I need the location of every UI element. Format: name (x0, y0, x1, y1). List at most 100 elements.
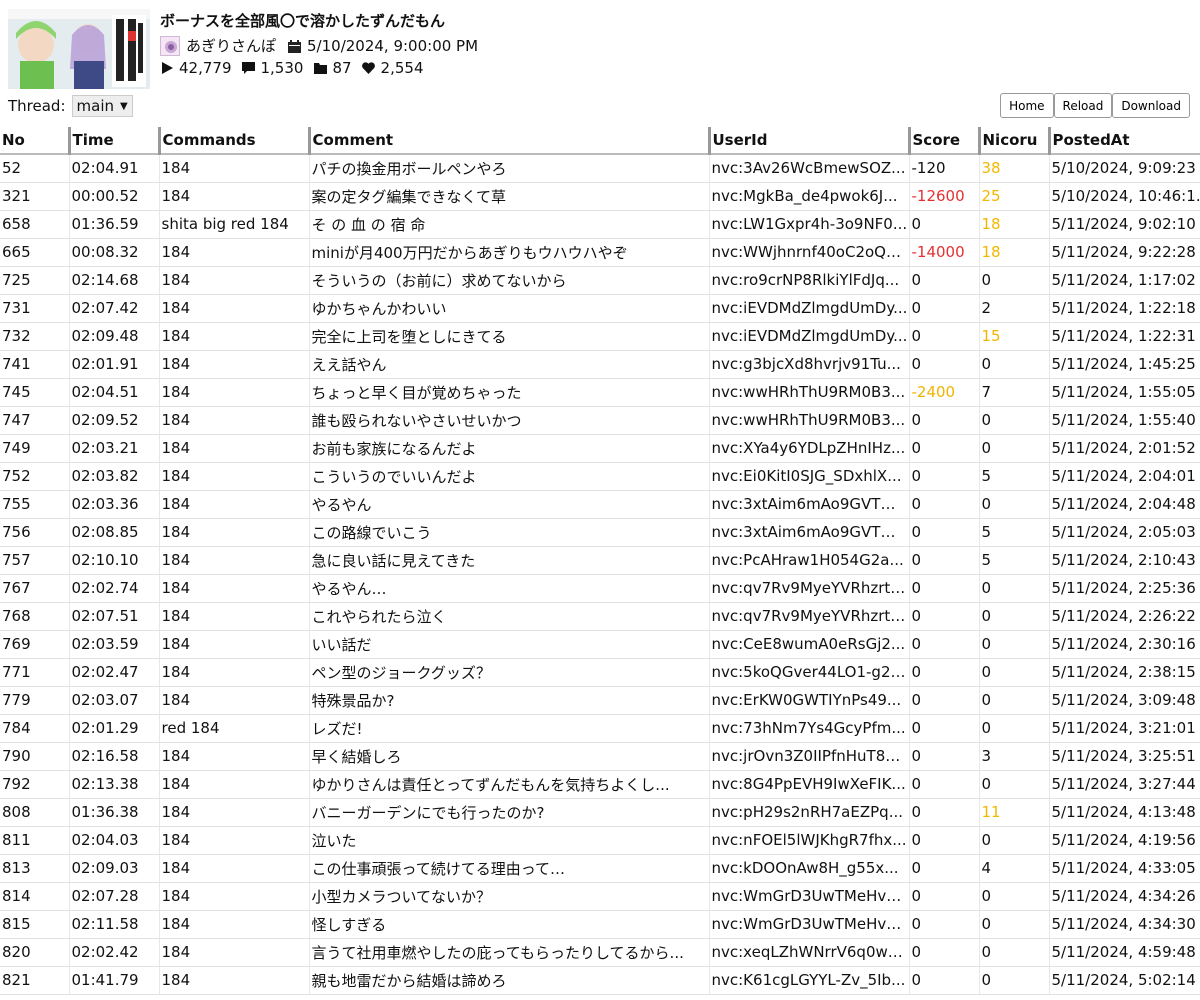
author-name[interactable]: あぎりさんぽ (186, 35, 276, 56)
table-row[interactable]: 811 02:04.03 184 泣いた nvc:nFOEl5lWJKhgR7fhx..… (0, 826, 1200, 855)
table-row[interactable]: 792 02:13.38 184 ゆかりさんは責任とってずんだもんを気持ちよくし...… (0, 770, 1200, 799)
cell-postedat: 5/11/2024, 4:34:30 PM (1048, 910, 1200, 939)
cell-score: 0 (908, 322, 979, 351)
column-header-userid[interactable]: UserId (707, 127, 909, 155)
cell-postedat: 5/11/2024, 1:22:18 PM (1048, 294, 1200, 323)
cell-time: 02:08.85 (68, 518, 159, 547)
cell-userid: nvc:iEVDMdZlmgdUmDy... (708, 294, 909, 323)
table-row[interactable]: 757 02:10.10 184 急に良い話に見えてきた nvc:PcAHraw1H05… (0, 546, 1200, 575)
cell-commands: 184 (158, 350, 309, 379)
column-header-commands[interactable]: Commands (157, 127, 309, 155)
cell-score: 0 (908, 798, 979, 827)
reload-button[interactable]: Reload (1053, 93, 1113, 118)
table-row[interactable]: 755 02:03.36 184 やるやん nvc:3xtAim6mAo9GVTm...… (0, 490, 1200, 519)
column-header-no[interactable]: No (0, 127, 69, 155)
cell-score: 0 (908, 910, 979, 939)
cell-time: 01:36.59 (68, 210, 159, 239)
cell-score: -14000 (908, 238, 979, 267)
cell-no: 814 (0, 882, 69, 911)
cell-no: 813 (0, 854, 69, 883)
cell-score: 0 (908, 350, 979, 379)
cell-no: 321 (0, 182, 69, 211)
table-row[interactable]: 658 01:36.59 shita big red 184 そ の 血 の 宿 命n… (0, 210, 1200, 239)
cell-score: 0 (908, 434, 979, 463)
cell-score: 0 (908, 742, 979, 771)
table-row[interactable]: 808 01:36.38 184 バニーガーデンにでも行ったのか? nvc:pH29s2… (0, 798, 1200, 827)
table-row[interactable]: 665 00:08.32 184 miniが月400万円だからあぎりもウハウハやぞ nv… (0, 238, 1200, 267)
cell-no: 808 (0, 798, 69, 827)
cell-no: 784 (0, 714, 69, 743)
table-row[interactable]: 769 02:03.59 184 いい話だ nvc:CeE8wumA0eRsGj2...… (0, 630, 1200, 659)
cell-postedat: 5/11/2024, 4:34:26 PM (1048, 882, 1200, 911)
cell-time: 02:04.03 (68, 826, 159, 855)
table-row[interactable]: 321 00:00.52 184 案の定タグ編集できなくて草 nvc:MgkBa_de4… (0, 182, 1200, 211)
author-avatar[interactable] (160, 35, 180, 56)
table-row[interactable]: 731 02:07.42 184 ゆかちゃんかわいい nvc:iEVDMdZlmgdUm… (0, 294, 1200, 323)
table-row[interactable]: 779 02:03.07 184 特殊景品か? nvc:ErKW0GWTIYnPs49.… (0, 686, 1200, 715)
column-header-time[interactable]: Time (67, 127, 159, 155)
table-row[interactable]: 767 02:02.74 184 やるやん… nvc:qv7Rv9MyeYVRhzrtu… (0, 574, 1200, 603)
download-button[interactable]: Download (1112, 93, 1190, 118)
cell-score: 0 (908, 630, 979, 659)
table-row[interactable]: 821 01:41.79 184 親も地雷だから結婚は諦めろ nvc:K61cgLGYY… (0, 966, 1200, 995)
cell-nicoru: 0 (978, 490, 1049, 519)
cell-comment: こういうのでいいんだよ (308, 462, 709, 491)
table-row[interactable]: 732 02:09.48 184 完全に上司を堕としにきてる nvc:iEVDMdZlm… (0, 322, 1200, 351)
cell-postedat: 5/11/2024, 3:09:48 PM (1048, 686, 1200, 715)
cell-comment: ゆかりさんは責任とってずんだもんを気持ちよくし... (308, 770, 709, 799)
table-row[interactable]: 749 02:03.21 184 お前も家族になるんだよ nvc:XYa4y6YDLpZ… (0, 434, 1200, 463)
table-row[interactable]: 756 02:08.85 184 この路線でいこう nvc:3xtAim6mAo9GVT… (0, 518, 1200, 547)
table-row[interactable]: 752 02:03.82 184 こういうのでいいんだよ nvc:Ei0KitI0SJG… (0, 462, 1200, 491)
table-row[interactable]: 815 02:11.58 184 怪しすぎる nvc:WmGrD3UwTMeHvb...… (0, 910, 1200, 939)
table-row[interactable]: 813 02:09.03 184 この仕事頑張って続けてる理由って… nvc:kDOOn… (0, 854, 1200, 883)
cell-comment: そういうの（お前に）求めてないから (308, 266, 709, 295)
table-row[interactable]: 745 02:04.51 184 ちょっと早く目が覚めちゃった nvc:wwHRhThU… (0, 378, 1200, 407)
cell-nicoru: 18 (978, 238, 1049, 267)
cell-postedat: 5/11/2024, 4:33:05 PM (1048, 854, 1200, 883)
video-thumbnail[interactable] (8, 9, 150, 89)
table-row[interactable]: 747 02:09.52 184 誰も殴られないやさいせいかつ nvc:wwHRhThU… (0, 406, 1200, 435)
table-row[interactable]: 814 02:07.28 184 小型カメラついてないか？ nvc:WmGrD3UwTM… (0, 882, 1200, 911)
cell-time: 01:36.38 (68, 798, 159, 827)
cell-userid: nvc:PcAHraw1H054G2a... (708, 546, 909, 575)
cell-postedat: 5/11/2024, 3:21:01 PM (1048, 714, 1200, 743)
cell-nicoru: 0 (978, 658, 1049, 687)
cell-nicoru: 0 (978, 686, 1049, 715)
table-row[interactable]: 768 02:07.51 184 これやられたら泣く nvc:qv7Rv9MyeYVRh… (0, 602, 1200, 631)
cell-nicoru: 0 (978, 630, 1049, 659)
cell-userid: nvc:nFOEl5lWJKhgR7fhx... (708, 826, 909, 855)
cell-commands: 184 (158, 602, 309, 631)
cell-time: 02:03.82 (68, 462, 159, 491)
cell-no: 771 (0, 658, 69, 687)
cell-no: 821 (0, 966, 69, 995)
thread-selected-value: main (76, 97, 114, 115)
table-row[interactable]: 52 02:04.91 184 パチの換金用ボールペンやろ nvc:3Av26WcBme… (0, 154, 1200, 183)
cell-score: 0 (908, 294, 979, 323)
cell-comment: 言うて社用車燃やしたの庇ってもらったりしてるから... (308, 938, 709, 967)
home-button[interactable]: Home (1000, 93, 1054, 118)
cell-no: 731 (0, 294, 69, 323)
table-row[interactable]: 741 02:01.91 184 ええ話やん nvc:g3bjcXd8hvrjv91Tu… (0, 350, 1200, 379)
cell-no: 790 (0, 742, 69, 771)
column-header-postedat[interactable]: PostedAt (1047, 127, 1200, 155)
cell-commands: 184 (158, 322, 309, 351)
cell-postedat: 5/11/2024, 2:30:16 PM (1048, 630, 1200, 659)
table-row[interactable]: 784 02:01.29 red 184 レズだ! nvc:73hNm7Ys4GcyPf… (0, 714, 1200, 743)
cell-commands: 184 (158, 658, 309, 687)
cell-time: 02:07.42 (68, 294, 159, 323)
column-header-score[interactable]: Score (907, 127, 979, 155)
table-row[interactable]: 820 02:02.42 184 言うて社用車燃やしたの庇ってもらったりしてるから..… (0, 938, 1200, 967)
thread-selector-row: Thread: main ▼ (8, 95, 133, 117)
cell-userid: nvc:qv7Rv9MyeYVRhzrtu... (708, 574, 909, 603)
cell-time: 02:03.36 (68, 490, 159, 519)
table-row[interactable]: 771 02:02.47 184 ペン型のジョークグッズ？ nvc:5koQGver44… (0, 658, 1200, 687)
cell-commands: 184 (158, 574, 309, 603)
cell-comment: 怪しすぎる (308, 910, 709, 939)
table-row[interactable]: 790 02:16.58 184 早く結婚しろ nvc:jrOvn3Z0IIPfnHuT… (0, 742, 1200, 771)
table-row[interactable]: 725 02:14.68 184 そういうの（お前に）求めてないから nvc:ro9cr… (0, 266, 1200, 295)
column-header-comment[interactable]: Comment (307, 127, 709, 155)
cell-commands: 184 (158, 518, 309, 547)
column-header-nicoru[interactable]: Nicoru (977, 127, 1049, 155)
thread-select[interactable]: main ▼ (71, 95, 133, 117)
cell-time: 00:08.32 (68, 238, 159, 267)
